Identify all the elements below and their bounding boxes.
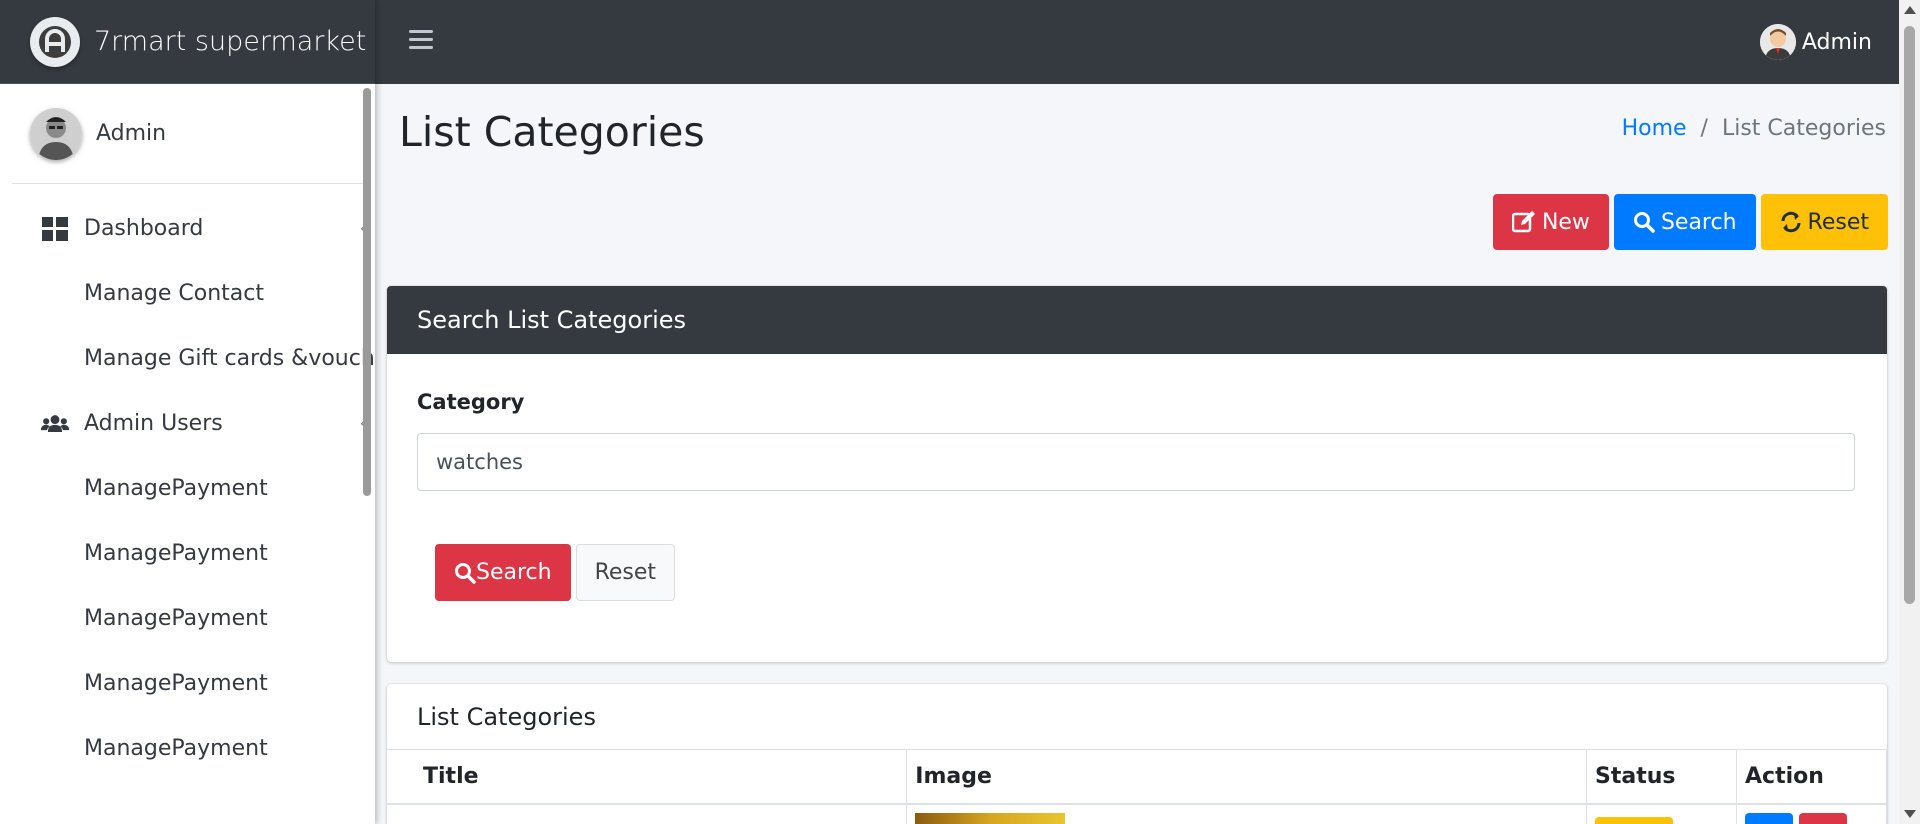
- sidebar-item-label: Manage Gift cards &voucher: [84, 346, 375, 371]
- column-header-title[interactable]: Title: [387, 750, 908, 805]
- edit-row-button[interactable]: [1745, 813, 1793, 824]
- breadcrumb: Home / List Categories: [1622, 116, 1886, 141]
- page-actions: New Search Reset: [1492, 194, 1888, 250]
- breadcrumb-separator: /: [1700, 116, 1708, 141]
- search-icon: [1633, 212, 1655, 233]
- sidebar-nav: Dashboard ‹ Manage Contact Manage Gift c…: [0, 184, 375, 781]
- breadcrumb-current: List Categories: [1721, 116, 1886, 141]
- scrollbar-thumb[interactable]: [1904, 26, 1915, 604]
- status-badge[interactable]: [1595, 817, 1674, 824]
- page-title: List Categories: [399, 108, 705, 156]
- category-label: Category: [417, 390, 525, 414]
- search-icon: [455, 562, 476, 584]
- sidebar-item-label: ManagePayment: [84, 736, 268, 761]
- reset-button[interactable]: Reset: [1760, 194, 1888, 250]
- sidebar-item-label: ManagePayment: [84, 606, 268, 631]
- main-sidebar: 7rmart supermarket Admin Dashboard ‹: [0, 0, 375, 824]
- cell-status: [1586, 804, 1737, 824]
- brand-name: 7rmart supermarket: [94, 26, 367, 57]
- breadcrumb-home-link[interactable]: Home: [1622, 116, 1687, 141]
- sidebar-item-label: Dashboard: [84, 216, 204, 241]
- brand-link[interactable]: 7rmart supermarket: [0, 0, 375, 84]
- sidebar-item-label: ManagePayment: [84, 671, 268, 696]
- search-button-label: Search: [1660, 209, 1737, 235]
- reset-form-button[interactable]: Reset: [575, 544, 676, 601]
- sidebar-scrollbar[interactable]: [363, 88, 371, 496]
- brand-logo-icon: [30, 16, 80, 67]
- table-row: [387, 804, 1887, 824]
- cell-action: [1736, 804, 1887, 824]
- content-wrapper: List Categories Home / List Categories N…: [375, 84, 1899, 824]
- sync-icon: [1781, 211, 1801, 233]
- category-input[interactable]: [417, 433, 1855, 491]
- new-button[interactable]: New: [1492, 194, 1609, 250]
- table-header-row: Title Image Status Action: [387, 750, 1887, 805]
- sidebar-item-manage-payment[interactable]: ManagePayment: [0, 716, 375, 781]
- sidebar-item-label: Admin Users: [84, 411, 223, 436]
- reset-form-label: Reset: [594, 560, 657, 585]
- column-header-action[interactable]: Action: [1736, 750, 1887, 805]
- search-submit-button[interactable]: Search: [435, 544, 571, 601]
- scroll-down-arrow-icon[interactable]: [1904, 810, 1916, 818]
- sidebar-item-manage-contact[interactable]: Manage Contact: [0, 261, 375, 326]
- reset-button-label: Reset: [1807, 209, 1869, 235]
- delete-row-button[interactable]: [1799, 813, 1847, 824]
- sidebar-user-name[interactable]: Admin: [96, 121, 166, 146]
- list-card-header: List Categories: [387, 684, 1887, 750]
- sidebar-item-manage-payment[interactable]: ManagePayment: [0, 456, 375, 521]
- new-button-label: New: [1541, 209, 1590, 235]
- page-scrollbar[interactable]: [1899, 0, 1920, 824]
- avatar: [1759, 24, 1796, 60]
- sidebar-item-manage-gift-cards[interactable]: Manage Gift cards &voucher: [0, 326, 375, 391]
- search-card-header: Search List Categories: [387, 286, 1887, 354]
- users-icon: [40, 414, 70, 432]
- sidebar-item-label: ManagePayment: [84, 476, 268, 501]
- sidebar-user-panel[interactable]: Admin: [12, 84, 363, 184]
- sidebar-item-admin-users[interactable]: Admin Users ‹: [0, 391, 375, 456]
- avatar: [30, 107, 82, 160]
- cell-title: [387, 804, 908, 824]
- categories-table: Title Image Status Action: [387, 750, 1887, 824]
- column-header-status[interactable]: Status: [1586, 750, 1737, 805]
- cell-image: [906, 804, 1588, 824]
- list-card: List Categories Title Image Status Actio…: [387, 684, 1887, 824]
- search-form-actions: Search Reset: [435, 544, 676, 601]
- search-card: Search List Categories Category Search R…: [387, 286, 1887, 662]
- scroll-up-arrow-icon[interactable]: [1904, 6, 1916, 14]
- column-header-image[interactable]: Image: [906, 750, 1588, 805]
- search-submit-label: Search: [476, 560, 552, 585]
- sidebar-item-label: ManagePayment: [84, 541, 268, 566]
- sidebar-item-manage-payment[interactable]: ManagePayment: [0, 586, 375, 651]
- hamburger-menu-icon[interactable]: [409, 30, 433, 52]
- search-toggle-button[interactable]: Search: [1613, 194, 1756, 250]
- dashboard-grid-icon: [42, 216, 68, 241]
- sidebar-item-dashboard[interactable]: Dashboard ‹: [0, 196, 375, 261]
- category-image: [915, 813, 1066, 824]
- top-user-menu[interactable]: Admin: [1759, 24, 1872, 60]
- edit-icon: [1511, 211, 1535, 233]
- sidebar-item-label: Manage Contact: [84, 281, 264, 306]
- sidebar-item-manage-payment[interactable]: ManagePayment: [0, 521, 375, 586]
- sidebar-item-manage-payment[interactable]: ManagePayment: [0, 651, 375, 716]
- top-user-name: Admin: [1801, 29, 1872, 55]
- top-navbar: Admin: [375, 0, 1899, 84]
